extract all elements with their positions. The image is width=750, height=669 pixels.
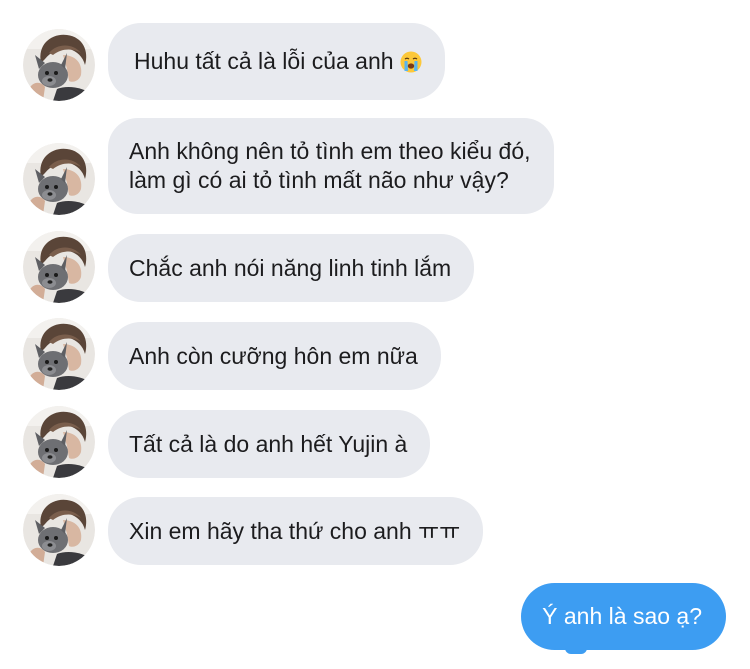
- message-text-line-2: làm gì có ai tỏ tình mất não như vậy?: [129, 167, 509, 193]
- bubble-tail: [565, 646, 587, 654]
- message-text-line-1: Anh không nên tỏ tình em theo kiểu đó,: [129, 138, 531, 164]
- incoming-message-bubble[interactable]: Anh còn cưỡng hôn em nữa: [108, 322, 441, 390]
- incoming-message-bubble[interactable]: Tất cả là do anh hết Yujin à: [108, 410, 431, 478]
- message-text: Ý anh là sao ạ?: [542, 603, 702, 629]
- sender-avatar[interactable]: [23, 143, 95, 215]
- message-text: Chắc anh nói năng linh tinh lắm: [129, 254, 452, 281]
- incoming-message-bubble[interactable]: Huhu tất cả là lỗi của anh: [108, 23, 445, 100]
- incoming-message-bubble[interactable]: Xin em hãy tha thứ cho anh ㅠㅠ: [108, 497, 484, 565]
- message-text: Tất cả là do anh hết Yujin à: [129, 430, 408, 457]
- sender-avatar[interactable]: [23, 29, 95, 101]
- sender-avatar[interactable]: [23, 494, 95, 566]
- sender-avatar[interactable]: [23, 318, 95, 390]
- avatar-image: [23, 231, 95, 303]
- message-text: Huhu tất cả là lỗi của anh: [134, 48, 394, 74]
- avatar-image: [23, 406, 95, 478]
- outgoing-message-bubble[interactable]: Ý anh là sao ạ?: [521, 583, 726, 650]
- message-text: Anh còn cưỡng hôn em nữa: [129, 342, 418, 369]
- avatar-image: [23, 494, 95, 566]
- incoming-message-bubble[interactable]: Anh không nên tỏ tình em theo kiểu đó, l…: [108, 118, 554, 214]
- sender-avatar[interactable]: [23, 406, 95, 478]
- avatar-image: [23, 318, 95, 390]
- avatar-image: [23, 29, 95, 101]
- avatar-image: [23, 143, 95, 215]
- loudly-crying-face-icon: [400, 51, 422, 72]
- message-text: Xin em hãy tha thứ cho anh ㅠㅠ: [129, 517, 461, 544]
- sender-avatar[interactable]: [23, 231, 95, 303]
- incoming-message-bubble[interactable]: Chắc anh nói năng linh tinh lắm: [108, 234, 475, 302]
